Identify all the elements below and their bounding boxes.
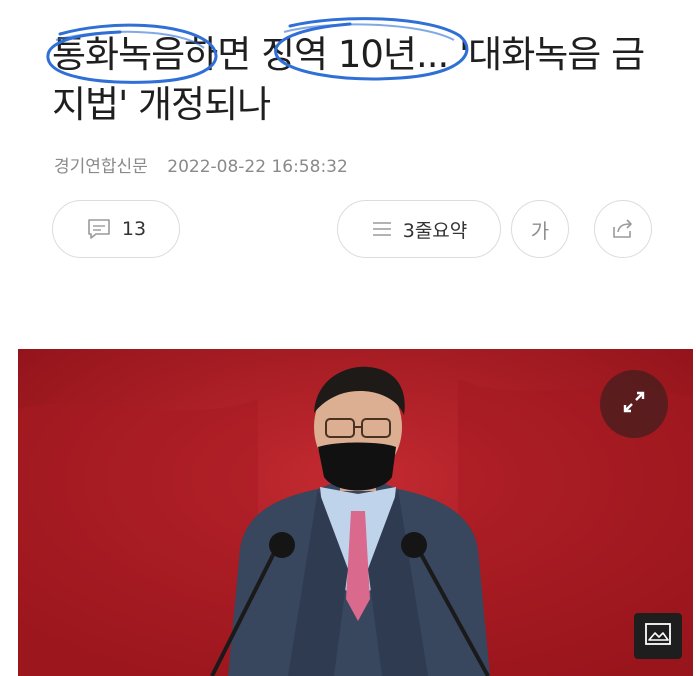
article-datetime: 2022-08-22 16:58:32 <box>167 157 348 177</box>
share-icon <box>610 217 636 241</box>
article-source[interactable]: 경기연합신문 <box>54 157 148 177</box>
article-photo[interactable] <box>18 349 693 676</box>
comment-icon <box>86 217 112 241</box>
gallery-button[interactable] <box>634 613 682 659</box>
expand-button[interactable] <box>600 370 668 438</box>
font-size-button[interactable]: 가 <box>511 200 569 258</box>
expand-icon <box>619 387 649 421</box>
share-button[interactable] <box>594 200 652 258</box>
image-icon <box>644 622 672 650</box>
comment-button[interactable]: 13 <box>52 200 180 258</box>
article-meta: 경기연합신문 2022-08-22 16:58:32 <box>54 152 348 177</box>
article-headline: 통화녹음하면 징역 10년... '대화녹음 금지법' 개정되나 <box>52 33 645 126</box>
summary-label: 3줄요약 <box>402 219 468 242</box>
list-icon <box>371 219 393 239</box>
comment-count: 13 <box>121 218 147 240</box>
summary-button[interactable]: 3줄요약 <box>337 200 501 258</box>
font-size-label: 가 <box>530 218 550 243</box>
